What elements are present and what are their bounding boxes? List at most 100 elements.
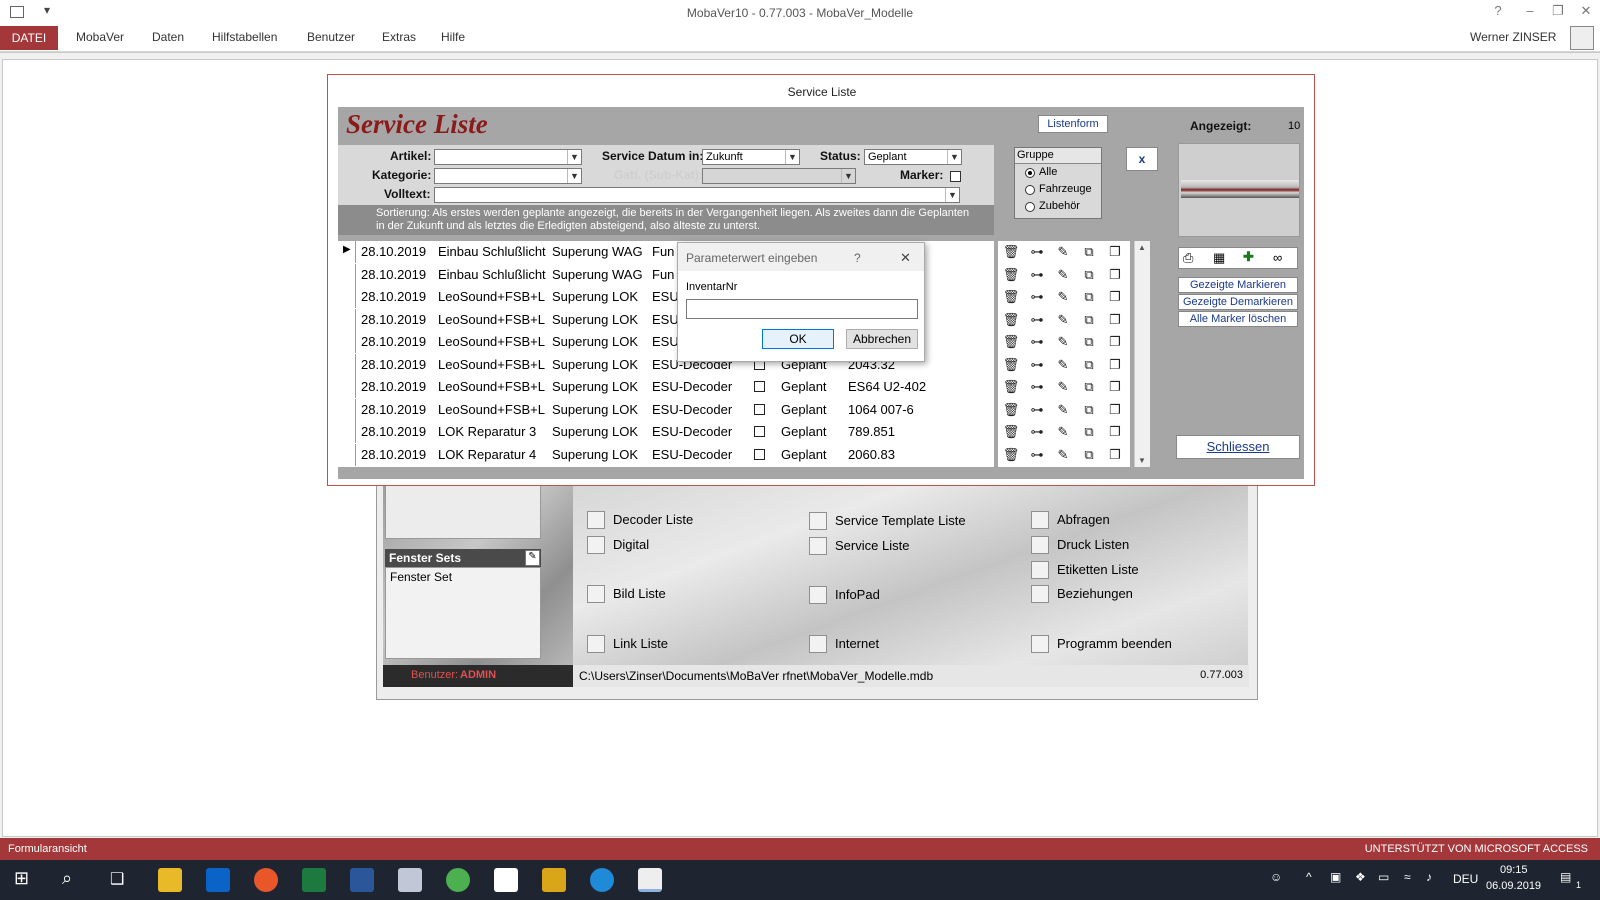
trash-icon[interactable]: 🗑 — [1002, 401, 1020, 419]
chevron-down-icon[interactable]: ▼ — [567, 169, 581, 183]
link-liste-button[interactable] — [587, 635, 605, 653]
artikel-combo[interactable]: ▼ — [434, 149, 582, 165]
tab-hilfstabellen[interactable]: Hilfstabellen — [212, 30, 277, 44]
copy-icon[interactable]: ❐ — [1106, 266, 1124, 284]
table-row[interactable]: 28.10.2019 LeoSound+FSB+L Superung LOK E… — [338, 376, 994, 399]
row-selector[interactable] — [338, 353, 356, 376]
trash-icon[interactable]: 🗑 — [1002, 243, 1020, 261]
excel-icon[interactable] — [302, 868, 326, 892]
edit-icon[interactable]: ✎ — [1054, 288, 1072, 306]
inventarnr-input[interactable] — [686, 299, 918, 319]
copy-icon[interactable]: ❐ — [1106, 356, 1124, 374]
service-template-liste-button[interactable] — [809, 512, 827, 530]
duplicate-icon[interactable]: ⧉ — [1080, 356, 1098, 374]
edit-icon[interactable]: ✎ — [1054, 378, 1072, 396]
dropbox-tray-icon[interactable]: ❖ — [1355, 870, 1366, 884]
glasses-icon[interactable]: ∞ — [1273, 250, 1282, 265]
trash-icon[interactable]: 🗑 — [1002, 288, 1020, 306]
print-icon[interactable]: ⎙ — [1183, 250, 1193, 266]
etiketten-liste-button[interactable] — [1031, 561, 1049, 579]
radio-zubehoer[interactable] — [1025, 202, 1035, 212]
kategorie-combo[interactable]: ▼ — [434, 168, 582, 184]
internet-button[interactable] — [809, 635, 827, 653]
chevron-down-icon[interactable]: ▼ — [785, 150, 799, 164]
clear-markers-button[interactable]: Alle Marker löschen — [1178, 311, 1298, 327]
row-selector[interactable] — [338, 421, 356, 443]
split-icon[interactable]: ⊶ — [1028, 378, 1046, 396]
row-selector[interactable] — [338, 443, 356, 466]
minimize-button[interactable]: – — [1520, 3, 1540, 18]
table-row[interactable]: 28.10.2019 LOK Reparatur 4 Superung LOK … — [338, 443, 994, 467]
copy-icon[interactable]: ❐ — [1106, 243, 1124, 261]
table-scrollbar[interactable]: ▲ ▼ — [1134, 241, 1150, 467]
sync-icon[interactable] — [446, 868, 470, 892]
split-icon[interactable]: ⊶ — [1028, 333, 1046, 351]
edit-icon[interactable]: ✎ — [1054, 266, 1072, 284]
people-icon[interactable]: ☺ — [1270, 870, 1282, 884]
druck-listen-button[interactable] — [1031, 536, 1049, 554]
wifi-icon[interactable]: ≈ — [1404, 870, 1411, 884]
table-row[interactable]: 28.10.2019 LOK Reparatur 3 Superung LOK … — [338, 421, 994, 444]
service-datum-combo[interactable]: Zukunft ▼ — [702, 149, 800, 165]
duplicate-icon[interactable]: ⧉ — [1080, 401, 1098, 419]
volltext-input[interactable]: ▼ — [434, 187, 960, 203]
split-icon[interactable]: ⊶ — [1028, 356, 1046, 374]
notification-icon[interactable]: ▤ — [1560, 870, 1571, 884]
row-checkbox[interactable] — [754, 426, 765, 437]
dialog-help-button[interactable]: ? — [854, 251, 861, 265]
bild-liste-button[interactable] — [587, 585, 605, 603]
abfragen-button[interactable] — [1031, 511, 1049, 529]
programm-beenden-button[interactable] — [1031, 635, 1049, 653]
close-button[interactable]: ✕ — [1576, 3, 1596, 19]
service-liste-button[interactable] — [809, 537, 827, 555]
app-icon[interactable] — [398, 868, 422, 892]
tab-hilfe[interactable]: Hilfe — [441, 30, 465, 44]
duplicate-icon[interactable]: ⧉ — [1080, 243, 1098, 261]
row-selector[interactable] — [338, 376, 356, 398]
scroll-down-icon[interactable]: ▼ — [1138, 456, 1146, 465]
edit-icon[interactable]: ✎ — [1054, 423, 1072, 441]
copy-icon[interactable]: ❐ — [1106, 378, 1124, 396]
edit-icon[interactable]: ✎ — [1054, 446, 1072, 464]
split-icon[interactable]: ⊶ — [1028, 288, 1046, 306]
split-icon[interactable]: ⊶ — [1028, 243, 1046, 261]
digital-button[interactable] — [587, 536, 605, 554]
schliessen-button[interactable]: Schliessen — [1176, 435, 1300, 459]
marker-checkbox[interactable] — [950, 171, 961, 182]
split-icon[interactable]: ⊶ — [1028, 266, 1046, 284]
split-icon[interactable]: ⊶ — [1028, 401, 1046, 419]
clear-filter-button[interactable]: x — [1126, 147, 1158, 171]
trash-icon[interactable]: 🗑 — [1002, 423, 1020, 441]
windows-start-icon[interactable]: ⊞ — [14, 868, 29, 889]
app-icon[interactable] — [542, 868, 566, 892]
battery-icon[interactable]: ▭ — [1378, 870, 1389, 884]
table-row[interactable]: 28.10.2019 LeoSound+FSB+L Superung LOK E… — [338, 398, 994, 422]
tab-extras[interactable]: Extras — [382, 30, 416, 44]
row-checkbox[interactable] — [754, 448, 765, 460]
scroll-up-icon[interactable]: ▲ — [1138, 243, 1146, 252]
row-selector[interactable] — [338, 263, 356, 286]
chevron-up-icon[interactable]: ^ — [1306, 870, 1312, 884]
edit-icon[interactable]: ✎ — [1054, 311, 1072, 329]
list-item[interactable]: Fenster Set — [390, 570, 452, 584]
help-button[interactable]: ? — [1488, 3, 1508, 18]
decoder-liste-button[interactable] — [587, 511, 605, 529]
duplicate-icon[interactable]: ⧉ — [1080, 423, 1098, 441]
restore-button[interactable]: ❐ — [1548, 3, 1568, 19]
row-selector[interactable] — [338, 398, 356, 421]
tab-daten[interactable]: Daten — [152, 30, 184, 44]
add-icon[interactable]: ✚ — [1243, 249, 1254, 265]
status-combo[interactable]: Geplant ▼ — [864, 149, 962, 165]
copy-icon[interactable]: ❐ — [1106, 333, 1124, 351]
task-view-icon[interactable]: ❑ — [110, 869, 124, 889]
row-checkbox[interactable] — [754, 403, 765, 415]
duplicate-icon[interactable]: ⧉ — [1080, 311, 1098, 329]
duplicate-icon[interactable]: ⧉ — [1080, 266, 1098, 284]
edit-icon[interactable]: ✎ — [1054, 243, 1072, 261]
chevron-down-icon[interactable]: ▼ — [567, 150, 581, 164]
radio-alle[interactable] — [1025, 168, 1035, 178]
trash-icon[interactable]: 🗑 — [1002, 446, 1020, 464]
clock-date[interactable]: 06.09.2019 — [1486, 880, 1541, 892]
row-selector[interactable] — [338, 331, 356, 353]
unmark-shown-button[interactable]: Gezeigte Demarkieren — [1178, 294, 1298, 310]
